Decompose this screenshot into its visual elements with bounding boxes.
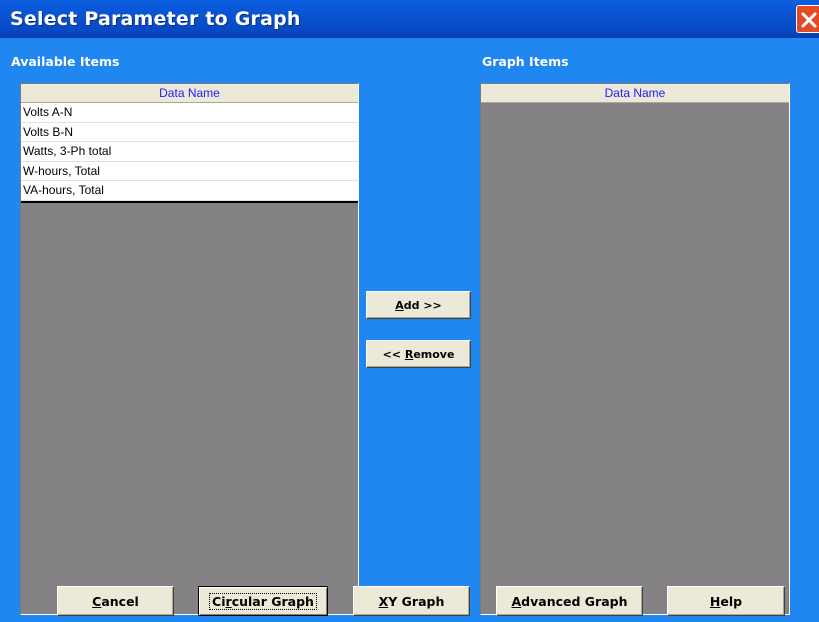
list-item[interactable]: W-hours, Total	[21, 162, 358, 181]
remove-button[interactable]: << Remove	[366, 340, 471, 368]
close-x-icon	[801, 12, 817, 28]
circular-label: cular Graph	[231, 593, 314, 609]
list-item[interactable]: VA-hours, Total	[21, 181, 358, 201]
available-items-label: Available Items	[11, 54, 120, 69]
graph-column-header[interactable]: Data Name	[481, 84, 789, 103]
graph-items-label: Graph Items	[482, 54, 569, 69]
cancel-button[interactable]: Cancel	[57, 586, 174, 616]
add-accel: A	[395, 298, 404, 312]
available-items-list[interactable]: Data Name Volts A-N Volts B-N Watts, 3-Ph …	[20, 83, 359, 615]
graph-items-list[interactable]: Data Name	[480, 83, 790, 615]
circular-graph-label-wrap: Circular Graph	[209, 592, 317, 610]
advanced-graph-button[interactable]: Advanced Graph	[496, 586, 643, 616]
list-item[interactable]: Watts, 3-Ph total	[21, 142, 358, 162]
advanced-accel: A	[511, 593, 522, 609]
available-column-header[interactable]: Data Name	[21, 84, 358, 103]
title-bar[interactable]: Select Parameter to Graph	[0, 0, 819, 38]
available-rows: Volts A-N Volts B-N Watts, 3-Ph total W-hou…	[21, 103, 358, 203]
help-accel: H	[709, 593, 721, 609]
list-item[interactable]: Volts B-N	[21, 123, 358, 142]
xy-graph-button[interactable]: XY Graph	[353, 586, 470, 616]
help-button[interactable]: Help	[667, 586, 785, 616]
circular-graph-button[interactable]: Circular Graph	[198, 586, 328, 616]
help-label: elp	[720, 593, 743, 609]
remove-label: emove	[413, 347, 455, 361]
xy-accel: X	[378, 593, 389, 609]
cancel-label: ancel	[101, 593, 139, 609]
remove-prefix: <<	[382, 347, 405, 361]
advanced-label: dvanced Graph	[521, 593, 628, 609]
xy-label: Y Graph	[388, 593, 445, 609]
add-button[interactable]: Add >>	[366, 291, 471, 319]
list-item[interactable]: Volts A-N	[21, 103, 358, 123]
add-label: dd >>	[403, 298, 442, 312]
window-title: Select Parameter to Graph	[10, 8, 301, 30]
dialog-client-area: Available Items Data Name Volts A-N Volts…	[0, 38, 819, 622]
cancel-accel: C	[92, 593, 102, 609]
circular-prefix: Ci	[212, 593, 226, 609]
close-button[interactable]	[796, 5, 819, 33]
